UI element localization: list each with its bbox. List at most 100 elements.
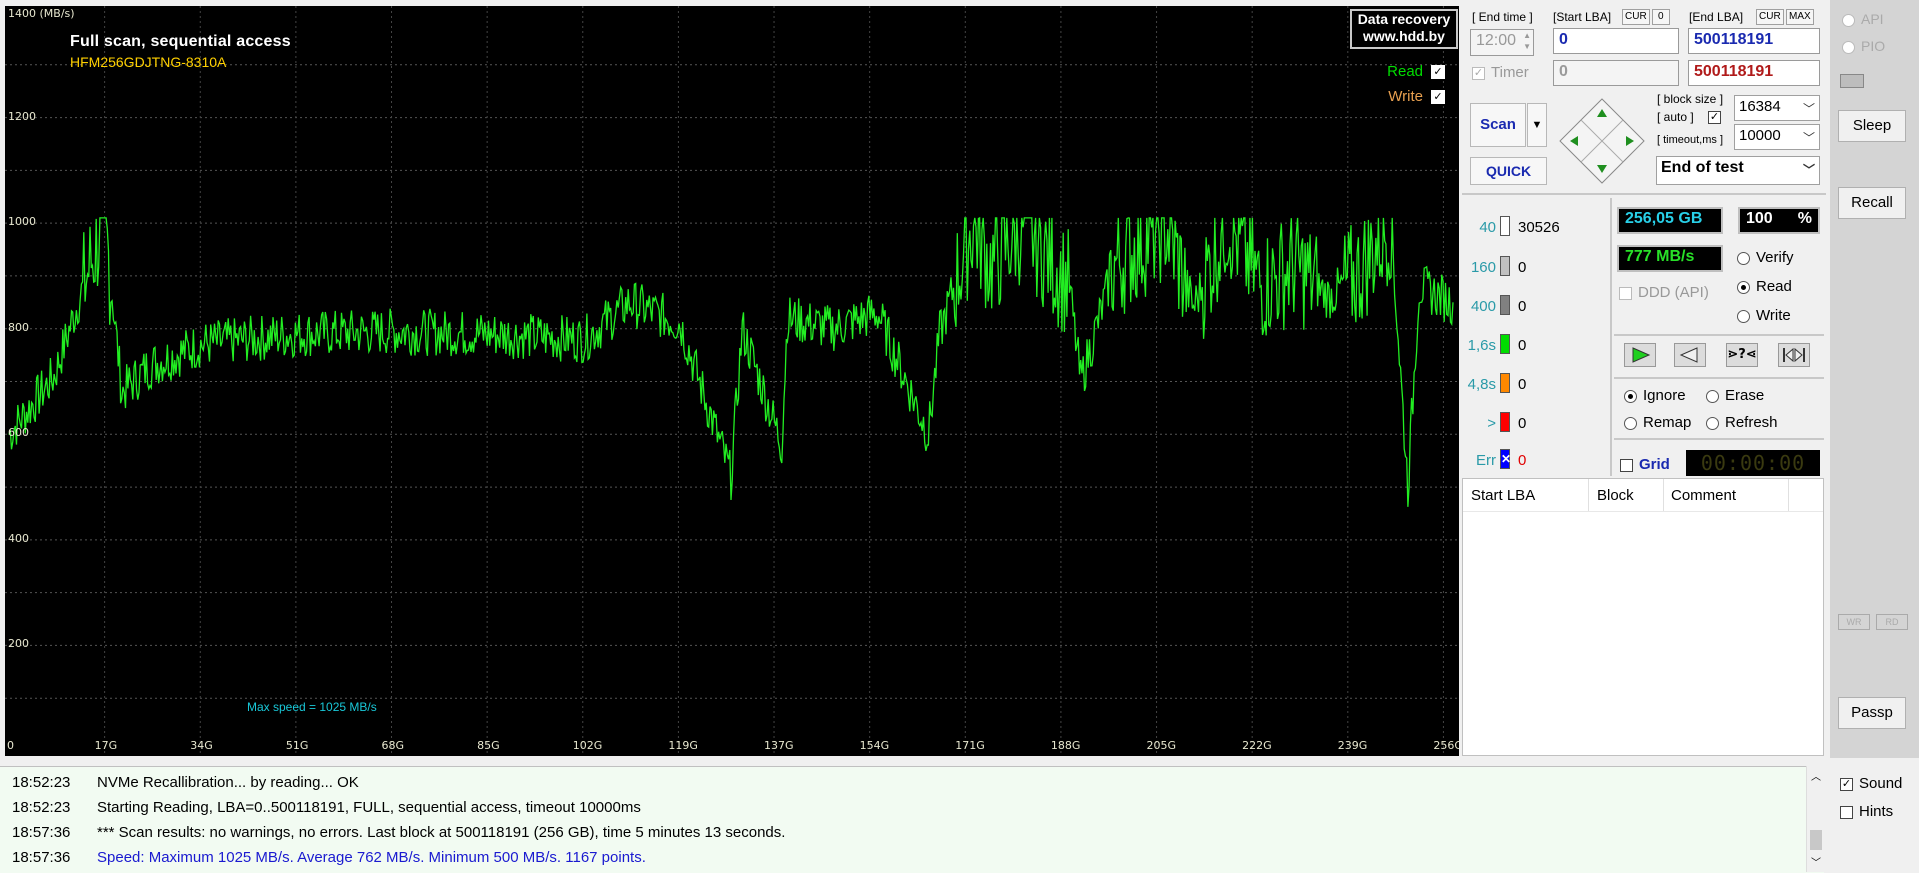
capacity-display: 256,05 GB [1617, 207, 1723, 234]
divider [1610, 198, 1612, 476]
elapsed-timer: 00:00:00 [1686, 450, 1820, 476]
col-comment[interactable]: Comment [1671, 487, 1736, 504]
timer-input[interactable]: 0 [1553, 60, 1679, 86]
action-ignore[interactable]: Ignore [1624, 387, 1686, 404]
sound-toggle[interactable]: ✓ Sound [1840, 775, 1902, 792]
legend-swatch [1500, 373, 1510, 393]
hints-toggle[interactable]: Hints [1840, 803, 1893, 820]
block-size-value: 16384 [1739, 98, 1781, 115]
x-tick-label: 17G [94, 739, 118, 752]
remap-radio[interactable] [1624, 416, 1637, 430]
hints-label: Hints [1859, 803, 1894, 820]
chevron-down-icon: ﹀ [1802, 131, 1815, 145]
timer-toggle[interactable]: ✓ Timer [1472, 64, 1529, 81]
block-size-select[interactable]: 16384 ﹀ [1734, 95, 1820, 121]
end-lba-label: [End LBA] [1689, 10, 1744, 24]
quick-button[interactable]: QUICK [1470, 157, 1547, 185]
ddd-toggle[interactable]: DDD (API) [1619, 284, 1709, 301]
x-tick-label: 137G [764, 739, 794, 752]
timer-check-icon[interactable]: ✓ [1472, 66, 1485, 80]
grid-toggle[interactable]: Grid [1620, 456, 1670, 473]
legend-row: Err ✕ 0 [1462, 448, 1612, 474]
end-lba-secondary-input[interactable]: 500118191 [1688, 60, 1820, 86]
start-lba-input[interactable]: 0 [1553, 28, 1679, 54]
auto-check-icon[interactable]: ✓ [1708, 111, 1721, 124]
legend-count: 0 [1518, 376, 1527, 393]
graph-write-toggle[interactable]: Write ✓ [1388, 88, 1445, 105]
x-tick-label: 85G [477, 739, 500, 752]
graph-read-toggle[interactable]: Read ✓ [1387, 63, 1445, 80]
random-seek-button[interactable]: ⋗?⋖ [1726, 343, 1758, 367]
pio-option[interactable]: PIO [1842, 38, 1885, 54]
back-button[interactable] [1674, 343, 1706, 367]
start-cur-button[interactable]: CUR [1622, 9, 1650, 25]
sleep-button[interactable]: Sleep [1838, 110, 1906, 142]
brand-line-2: www.hdd.by [1363, 28, 1445, 44]
read-radio[interactable] [1737, 280, 1750, 294]
log-scrollbar[interactable]: ︿ ﹀ [1806, 766, 1825, 872]
sound-label: Sound [1859, 775, 1903, 792]
scan-dropdown-icon[interactable]: ▼ [1527, 103, 1547, 147]
spinner-icon[interactable]: ▲ ▼ [1523, 30, 1531, 52]
legend-label: Err [1476, 452, 1496, 469]
action-refresh[interactable]: Refresh [1706, 414, 1778, 431]
pio-radio[interactable] [1842, 40, 1855, 54]
graph-read-label: Read [1387, 63, 1423, 80]
read-check-icon[interactable]: ✓ [1431, 65, 1445, 80]
scroll-down-icon[interactable]: ﹀ [1811, 854, 1821, 869]
scroll-thumb[interactable] [1810, 830, 1822, 850]
legend-swatch [1500, 216, 1510, 236]
x-tick-label: 68G [381, 739, 405, 752]
mode-read[interactable]: Read [1737, 278, 1792, 295]
end-time-value: 12:00 [1476, 32, 1517, 49]
divider [1614, 377, 1824, 379]
x-tick-label: 119G [668, 739, 698, 752]
x-tick-label: 102G [572, 739, 603, 752]
ignore-radio[interactable] [1624, 389, 1637, 403]
api-option[interactable]: API [1842, 11, 1884, 27]
x-tick-label: 188G [1050, 739, 1081, 752]
api-radio[interactable] [1842, 13, 1855, 27]
hints-checkbox[interactable] [1840, 805, 1853, 819]
legend-count: 0 [1518, 452, 1527, 469]
percent-value: 100 [1746, 210, 1773, 227]
end-lba-input[interactable]: 500118191 [1688, 28, 1820, 54]
y-tick-label: 1000 [8, 215, 36, 229]
action-erase[interactable]: Erase [1706, 387, 1764, 404]
ddd-label: DDD (API) [1638, 284, 1709, 301]
direction-pad[interactable] [1558, 97, 1646, 185]
scan-button[interactable]: Scan [1470, 103, 1526, 147]
recall-button[interactable]: Recall [1838, 187, 1906, 219]
action-remap[interactable]: Remap [1624, 414, 1691, 431]
erase-radio[interactable] [1706, 389, 1719, 403]
mode-write[interactable]: Write [1737, 307, 1791, 324]
scroll-up-icon[interactable]: ︿ [1811, 768, 1821, 783]
col-start-lba[interactable]: Start LBA [1471, 487, 1535, 504]
read-speed-line [8, 216, 1454, 507]
event-log: 18:52:23 NVMe Recallibration... by readin… [0, 766, 1824, 873]
end-time-input[interactable]: 12:00 ▲ ▼ [1470, 29, 1534, 56]
play-button[interactable] [1624, 343, 1656, 367]
passp-button[interactable]: Passp [1838, 697, 1906, 729]
verify-radio[interactable] [1737, 251, 1750, 265]
auto-label: [ auto ] [1657, 110, 1694, 124]
start-zero-button[interactable]: 0 [1652, 9, 1670, 25]
refresh-radio[interactable] [1706, 416, 1719, 430]
legend-label: 1,6s [1467, 337, 1496, 354]
timeout-select[interactable]: 10000 ﹀ [1734, 124, 1820, 150]
end-action-select[interactable]: End of test ﹀ [1656, 156, 1820, 185]
butterfly-button[interactable] [1778, 343, 1810, 367]
grid-checkbox[interactable] [1620, 458, 1633, 472]
ddd-checkbox[interactable] [1619, 286, 1632, 300]
graph-write-label: Write [1388, 88, 1423, 105]
col-block[interactable]: Block [1597, 487, 1634, 504]
wr-indicator: WR [1838, 614, 1870, 630]
mode-verify[interactable]: Verify [1737, 249, 1794, 266]
end-max-button[interactable]: MAX [1786, 9, 1814, 25]
graph-title: Full scan, sequential access [70, 33, 291, 50]
refresh-label: Refresh [1725, 414, 1778, 431]
sound-check-icon[interactable]: ✓ [1840, 777, 1853, 791]
write-radio[interactable] [1737, 309, 1750, 323]
end-cur-button[interactable]: CUR [1756, 9, 1784, 25]
write-check-icon[interactable]: ✓ [1431, 90, 1445, 105]
